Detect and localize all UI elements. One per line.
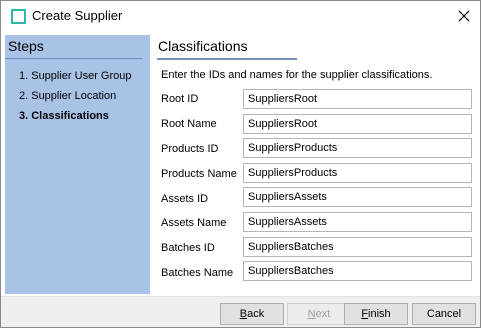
steps-heading: Steps bbox=[8, 38, 44, 54]
products-name-label: Products Name bbox=[161, 168, 237, 180]
create-supplier-dialog: Create Supplier Steps 1. Supplier User G… bbox=[0, 0, 481, 328]
products-id-label: Products ID bbox=[161, 143, 219, 155]
batches-id-label: Batches ID bbox=[161, 242, 215, 254]
button-bar: Back Next Finish Cancel bbox=[1, 297, 480, 327]
finish-button[interactable]: Finish bbox=[344, 303, 408, 325]
batches-name-label: Batches Name bbox=[161, 267, 234, 279]
step-supplier-user-group: 1. Supplier User Group bbox=[19, 70, 132, 82]
next-button[interactable]: Next bbox=[287, 303, 351, 325]
root-name-input[interactable] bbox=[243, 114, 472, 134]
root-id-input[interactable] bbox=[243, 89, 472, 109]
assets-name-input[interactable] bbox=[243, 212, 472, 232]
assets-name-label: Assets Name bbox=[161, 217, 227, 229]
assets-id-input[interactable] bbox=[243, 187, 472, 207]
root-name-label: Root Name bbox=[161, 118, 217, 130]
products-id-input[interactable] bbox=[243, 138, 472, 158]
assets-id-label: Assets ID bbox=[161, 193, 209, 205]
step-classifications: 3. Classifications bbox=[19, 110, 109, 122]
batches-id-input[interactable] bbox=[243, 237, 472, 257]
step-supplier-location: 2. Supplier Location bbox=[19, 90, 117, 102]
steps-divider bbox=[5, 58, 143, 59]
root-id-label: Root ID bbox=[161, 93, 199, 105]
window-icon bbox=[11, 9, 26, 24]
cancel-button[interactable]: Cancel bbox=[412, 303, 476, 325]
products-name-input[interactable] bbox=[243, 163, 472, 183]
back-button[interactable]: Back bbox=[220, 303, 284, 325]
steps-panel: Steps 1. Supplier User Group 2. Supplier… bbox=[5, 35, 150, 294]
window-title: Create Supplier bbox=[32, 8, 123, 23]
title-bar: Create Supplier bbox=[1, 1, 480, 32]
batches-name-input[interactable] bbox=[243, 261, 472, 281]
page-title: Classifications bbox=[158, 38, 248, 54]
close-button[interactable] bbox=[451, 4, 477, 28]
instruction-text: Enter the IDs and names for the supplier… bbox=[161, 69, 433, 81]
title-divider bbox=[157, 58, 297, 60]
close-icon bbox=[458, 10, 470, 22]
